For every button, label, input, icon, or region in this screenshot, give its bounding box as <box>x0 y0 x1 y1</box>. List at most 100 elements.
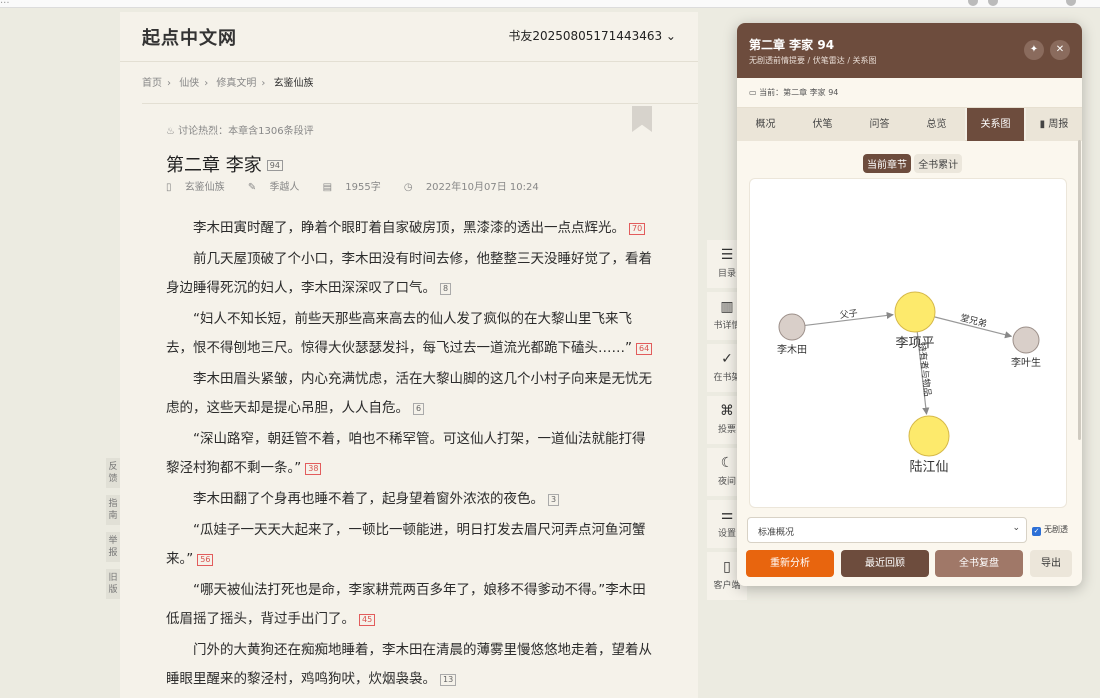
breadcrumb-subcategory[interactable]: 修真文明 <box>216 78 256 89</box>
panel-subtitle: 无剧透前情提要 / 伏笔雷达 / 关系图 <box>749 56 877 65</box>
report-link[interactable]: 举报 <box>106 532 120 562</box>
old-version-link[interactable]: 旧版 <box>106 569 120 599</box>
feedback-label: 反馈 <box>108 462 118 484</box>
paragraph-text: 前几天屋顶破了个小口，李木田没有时间去修，他整整三天没睡好觉了，看着身边睡得死沉… <box>166 251 652 296</box>
tab-qa[interactable]: 问答 <box>851 108 908 141</box>
meta-words: ▤ 1955字 <box>323 182 391 193</box>
pen-icon: ✎ <box>247 182 260 193</box>
reader-panel: 起点中文网 书友20250805171443463 ⌄ 首页 › 仙侠 › 修真文明… <box>120 12 698 698</box>
meta-words-text: 1955字 <box>345 182 381 193</box>
old-version-label: 旧版 <box>108 573 118 595</box>
chapter-paragraph: “瓜娃子一天天大起来了，一顿比一顿能进，明日打发去眉尺河弄点河鱼河蟹来。” 56 <box>166 516 656 574</box>
recent-review-button[interactable]: 最近回顾 <box>841 550 929 577</box>
no-spoiler-label: 无剧透 <box>1044 525 1068 534</box>
chapter-meta: ▯ 玄鉴仙族 ✎ 季越人 ▤ 1955字 ◷ 2022年10月07日 10:24 <box>166 178 559 193</box>
report-label: 举报 <box>108 536 118 558</box>
no-spoiler-checkbox[interactable]: ✓ 无剧透 <box>1032 524 1068 536</box>
tab-overview[interactable]: 概况 <box>737 108 794 141</box>
scope-current-chapter[interactable]: 当前章节 <box>863 154 911 173</box>
paragraph-text: 李木田翻了个身再也睡不着了，起身望着窗外浓浓的夜色。 <box>193 491 544 507</box>
full-review-button[interactable]: 全书复盘 <box>935 550 1023 577</box>
tab-summary[interactable]: 总览 <box>908 108 965 141</box>
paragraph-comment-count[interactable]: 64 <box>636 343 653 355</box>
close-icon[interactable]: ✕ <box>1050 40 1070 60</box>
export-button[interactable]: 导出 <box>1030 550 1072 577</box>
paragraph-comment-count[interactable]: 56 <box>197 554 214 566</box>
client-label: 客户端 <box>713 581 741 591</box>
favorite-icon[interactable] <box>988 0 998 6</box>
paragraph-comment-count[interactable]: 70 <box>629 223 646 235</box>
chapter-paragraph: 李木田翻了个身再也睡不着了，起身望着窗外浓浓的夜色。 3 <box>166 485 656 514</box>
panel-scrollbar[interactable] <box>1078 140 1081 440</box>
meta-book[interactable]: ▯ 玄鉴仙族 <box>166 182 235 193</box>
toc-label: 目录 <box>717 269 736 279</box>
current-chapter-text: 当前：第二章 李家 94 <box>759 88 839 97</box>
tab-weekly-label: 周报 <box>1048 119 1069 130</box>
divider <box>142 103 698 104</box>
book-icon: ▭ <box>749 88 760 97</box>
flame-icon: ♨ <box>166 126 179 137</box>
relation-node[interactable] <box>1012 326 1040 354</box>
breadcrumb-book[interactable]: 玄鉴仙族 <box>274 78 314 89</box>
paragraph-comment-count[interactable]: 6 <box>413 403 425 415</box>
profile-icon[interactable] <box>1066 0 1076 6</box>
relation-node[interactable] <box>908 415 950 457</box>
reanalyze-button[interactable]: 重新分析 <box>746 550 834 577</box>
tab-relation-graph[interactable]: 关系图 <box>967 108 1024 141</box>
paragraph-text: “深山路窄，朝廷管不着，咱也不稀罕管。可这仙人打架，一道仙法就能打得黎泾村狗都不… <box>166 431 646 476</box>
relation-node-label: 李叶生 <box>1011 356 1041 369</box>
breadcrumb-home[interactable]: 首页 <box>142 78 162 89</box>
paragraph-comment-count[interactable]: 8 <box>440 283 452 295</box>
mode-select[interactable]: 标准概况 ⌄ <box>747 517 1027 543</box>
chapter-paragraph: 李木田寅时醒了，睁着个眼盯着自家破房顶，黑漆漆的透出一点点辉光。 70 <box>166 214 656 243</box>
vote-label: 投票 <box>717 425 736 435</box>
chapter-comment-badge[interactable]: 94 <box>266 160 283 171</box>
scope-whole-book[interactable]: 全书累计 <box>914 154 963 173</box>
relation-node[interactable] <box>894 291 936 333</box>
guide-link[interactable]: 指南 <box>106 495 120 525</box>
chapter-paragraph: “深山路窄，朝廷管不着，咱也不稀罕管。可这仙人打架，一道仙法就能打得黎泾村狗都不… <box>166 425 656 483</box>
tab-foreshadow[interactable]: 伏笔 <box>794 108 851 141</box>
user-menu[interactable]: 书友20250805171443463 ⌄ <box>508 27 676 44</box>
paragraph-text: “哪天被仙法打死也是命，李家耕荒两百多年了，娘移不得爹动不得。”李木田低眉摇了摇… <box>166 582 646 627</box>
paragraph-comment-count[interactable]: 45 <box>359 614 376 626</box>
night-label: 夜间 <box>717 477 736 487</box>
scope-toggle: 当前章节 全书累计 <box>863 154 963 173</box>
count-icon: ▤ <box>322 182 336 193</box>
relation-node[interactable] <box>778 313 806 341</box>
paragraph-text: “瓜娃子一天天大起来了，一顿比一顿能进，明日打发去眉尺河弄点河鱼河蟹来。” <box>166 522 646 567</box>
chevron-down-icon: ⌄ <box>1012 523 1020 533</box>
relation-node-label: 陆江仙 <box>909 459 948 475</box>
breadcrumb: 首页 › 仙侠 › 修真文明 › 玄鉴仙族 <box>142 74 314 89</box>
extension-icon[interactable] <box>968 0 978 6</box>
meta-time: ◷ 2022年10月07日 10:24 <box>404 182 549 193</box>
feedback-link[interactable]: 反馈 <box>106 458 120 488</box>
side-links: 反馈 指南 举报 旧版 <box>106 458 120 606</box>
bookmark-icon[interactable] <box>632 106 652 132</box>
paragraph-comment-count[interactable]: 13 <box>440 674 457 686</box>
chapter-paragraph: “哪天被仙法打死也是命，李家耕荒两百多年了，娘移不得爹动不得。”李木田低眉摇了摇… <box>166 576 656 634</box>
paragraph-text: “妇人不知长短，前些天那些高来高去的仙人发了疯似的在大黎山里飞来飞去，恨不得刨地… <box>166 311 632 356</box>
discussion-text: 讨论热烈：本章含1306条段评 <box>178 126 314 137</box>
relation-node-label: 李项平 <box>895 336 934 351</box>
breadcrumb-category[interactable]: 仙侠 <box>179 78 199 89</box>
relation-graph[interactable]: 父子 堂兄弟 持有者与物品 李木田 李项平 李叶生 陆江仙 <box>749 178 1067 508</box>
current-chapter: ▭ 当前：第二章 李家 94 <box>737 78 1082 108</box>
url-fragment: ... <box>0 0 10 6</box>
guide-label: 指南 <box>108 499 118 521</box>
pin-icon[interactable]: ✦ <box>1024 40 1044 60</box>
paragraph-comment-count[interactable]: 3 <box>548 494 560 506</box>
meta-author[interactable]: ✎ 季越人 <box>248 182 310 193</box>
analysis-panel: 第二章 李家 94 无剧透前情提要 / 伏笔雷达 / 关系图 ✦ ✕ ▭ 当前：… <box>737 23 1082 586</box>
site-logo[interactable]: 起点中文网 <box>142 24 237 50</box>
tab-weekly[interactable]: ▮ 周报 <box>1026 108 1082 141</box>
panel-tabs: 概况 伏笔 问答 总览 关系图 ▮ 周报 <box>737 108 1082 141</box>
chapter-title-text: 第二章 李家 <box>166 155 262 176</box>
panel-header: 第二章 李家 94 无剧透前情提要 / 伏笔雷达 / 关系图 ✦ ✕ <box>737 23 1082 78</box>
breadcrumb-sep: › <box>204 78 209 89</box>
paragraph-comment-count[interactable]: 38 <box>305 463 322 475</box>
panel-title: 第二章 李家 94 <box>749 38 835 52</box>
breadcrumb-sep: › <box>167 78 171 89</box>
chapter-title: 第二章 李家 94 <box>166 151 283 177</box>
paragraph-text: 李木田眉头紧皱，内心充满忧虑，活在大黎山脚的这几个小村子向来是无忧无虑的，这些天… <box>166 371 652 416</box>
